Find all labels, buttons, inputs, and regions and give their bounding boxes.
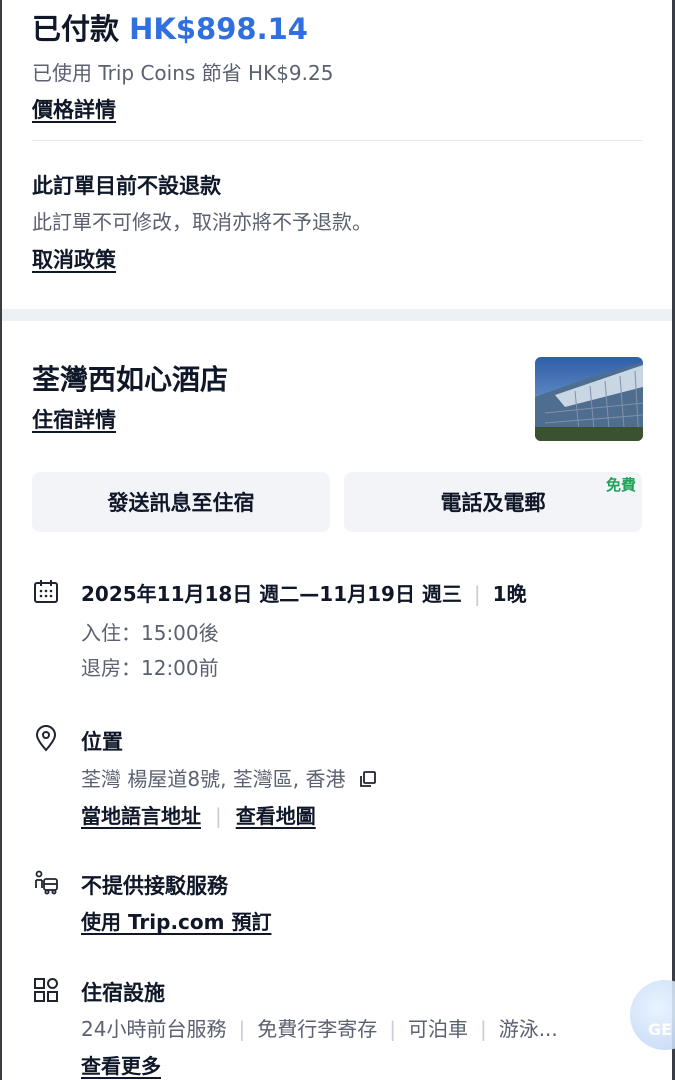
local-language-address-link[interactable]: 當地語言地址: [81, 804, 201, 828]
window-edge-left: [0, 0, 2, 1080]
facility-item: 游泳...: [498, 1017, 558, 1041]
hotel-thumbnail[interactable]: [535, 357, 643, 441]
message-property-label: 發送訊息至住宿: [107, 491, 255, 515]
separator: |: [479, 1017, 487, 1041]
separator: |: [389, 1017, 396, 1041]
phone-email-button[interactable]: 電話及電郵 免費: [344, 472, 642, 532]
stay-dates-row: 2025年11月18日 週二—11月19日 週三 | 1晚: [81, 578, 527, 607]
stay-details-link[interactable]: 住宿詳情: [32, 404, 116, 434]
hotel-name: 荃灣西如心酒店: [32, 363, 229, 396]
checkin-time: 入住：15:00後: [81, 621, 219, 645]
message-property-button[interactable]: 發送訊息至住宿: [32, 472, 330, 532]
view-more-link[interactable]: 查看更多: [81, 1050, 161, 1079]
free-badge: 免費: [605, 476, 636, 494]
trip-coins-savings: 已使用 Trip Coins 節省 HK$9.25: [32, 61, 334, 85]
book-via-trip-link[interactable]: 使用 Trip.com 預訂: [81, 906, 271, 935]
facility-item: 可泊車: [407, 1017, 468, 1041]
refund-description: 此訂單不可修改，取消亦將不予退款。: [32, 210, 372, 234]
transfer-title: 不提供接駁服務: [81, 874, 228, 898]
phone-email-label: 電話及電郵: [440, 491, 546, 515]
separator: |: [215, 804, 222, 828]
paid-summary: 已付款 HK$898.14: [32, 6, 308, 48]
price-details-link[interactable]: 價格詳情: [32, 94, 116, 124]
stay-dates: 2025年11月18日 週二—11月19日 週三: [81, 582, 462, 606]
address-row: 荃灣 楊屋道8號, 荃灣區, 香港: [81, 763, 378, 794]
booking-detail-screen: 已付款 HK$898.14 已使用 Trip Coins 節省 HK$9.25 …: [0, 0, 675, 1080]
facilities-title: 住宿設施: [81, 981, 165, 1005]
section-separator: [2, 309, 672, 321]
hotel-address: 荃灣 楊屋道8號, 荃灣區, 香港: [81, 767, 346, 791]
shuttle-icon: [32, 869, 60, 897]
calendar-icon: [32, 578, 60, 606]
location-pin-icon: [32, 725, 60, 753]
paid-label: 已付款: [32, 12, 120, 46]
cancellation-policy-link[interactable]: 取消政策: [32, 244, 116, 274]
separator: |: [238, 1017, 246, 1041]
refund-title: 此訂單目前不設退款: [32, 174, 221, 198]
paid-amount: HK$898.14: [129, 12, 308, 46]
location-title: 位置: [81, 730, 123, 754]
separator: |: [473, 582, 481, 606]
assistant-bubble[interactable]: GE: [630, 980, 675, 1050]
facility-item: 24小時前台服務: [81, 1017, 227, 1041]
checkout-time: 退房：12:00前: [81, 656, 219, 680]
stay-nights: 1晚: [492, 582, 527, 606]
view-map-link[interactable]: 查看地圖: [236, 804, 316, 828]
copy-icon[interactable]: [358, 769, 378, 794]
facility-item: 免費行李寄存: [257, 1017, 378, 1041]
assistant-label: GE: [648, 1020, 673, 1039]
facilities-list: 24小時前台服務 | 免費行李寄存 | 可泊車 | 游泳...: [81, 1013, 558, 1042]
divider: [32, 140, 642, 141]
grid-icon: [32, 976, 60, 1004]
location-links: 當地語言地址 | 查看地圖: [81, 800, 316, 829]
